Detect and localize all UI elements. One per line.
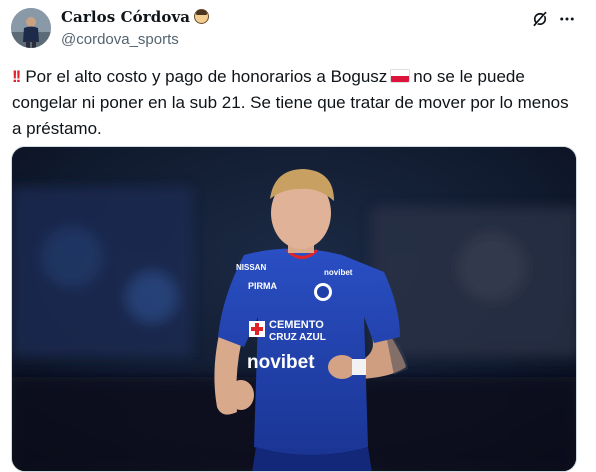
jersey-sleeve-left-text: NISSAN	[236, 263, 266, 272]
player-photo: NISSAN novibet PIRMA CEMENTO CRUZ AZUL n…	[12, 147, 576, 471]
poland-flag-icon	[390, 69, 411, 83]
jersey-sponsor-top-text: CEMENTO	[269, 319, 324, 331]
more-icon[interactable]	[558, 10, 576, 28]
jersey-kit-maker-text: PIRMA	[248, 281, 278, 291]
grok-icon[interactable]	[531, 10, 549, 28]
tweet-media-photo[interactable]: NISSAN novibet PIRMA CEMENTO CRUZ AZUL n…	[11, 146, 577, 472]
jersey-main-sponsor-text: novibet	[247, 352, 315, 373]
bearded-face-emoji-icon	[194, 9, 210, 24]
tweet-text: !! Por el alto costo y pago de honorarios…	[12, 64, 578, 142]
jersey-sleeve-right-text: novibet	[324, 268, 353, 277]
tweet-text-part-1: Por el alto costo y pago de honorarios a…	[25, 67, 388, 86]
author-name[interactable]: Carlos Córdova	[61, 8, 210, 26]
author-name-text: Carlos Córdova	[61, 8, 191, 26]
avatar-photo	[11, 8, 51, 48]
jersey-sponsor-bottom-text: CRUZ AZUL	[269, 332, 326, 343]
double-exclamation-icon: !!	[12, 67, 21, 86]
avatar[interactable]	[11, 8, 51, 48]
author-handle[interactable]: @cordova_sports	[61, 31, 179, 48]
